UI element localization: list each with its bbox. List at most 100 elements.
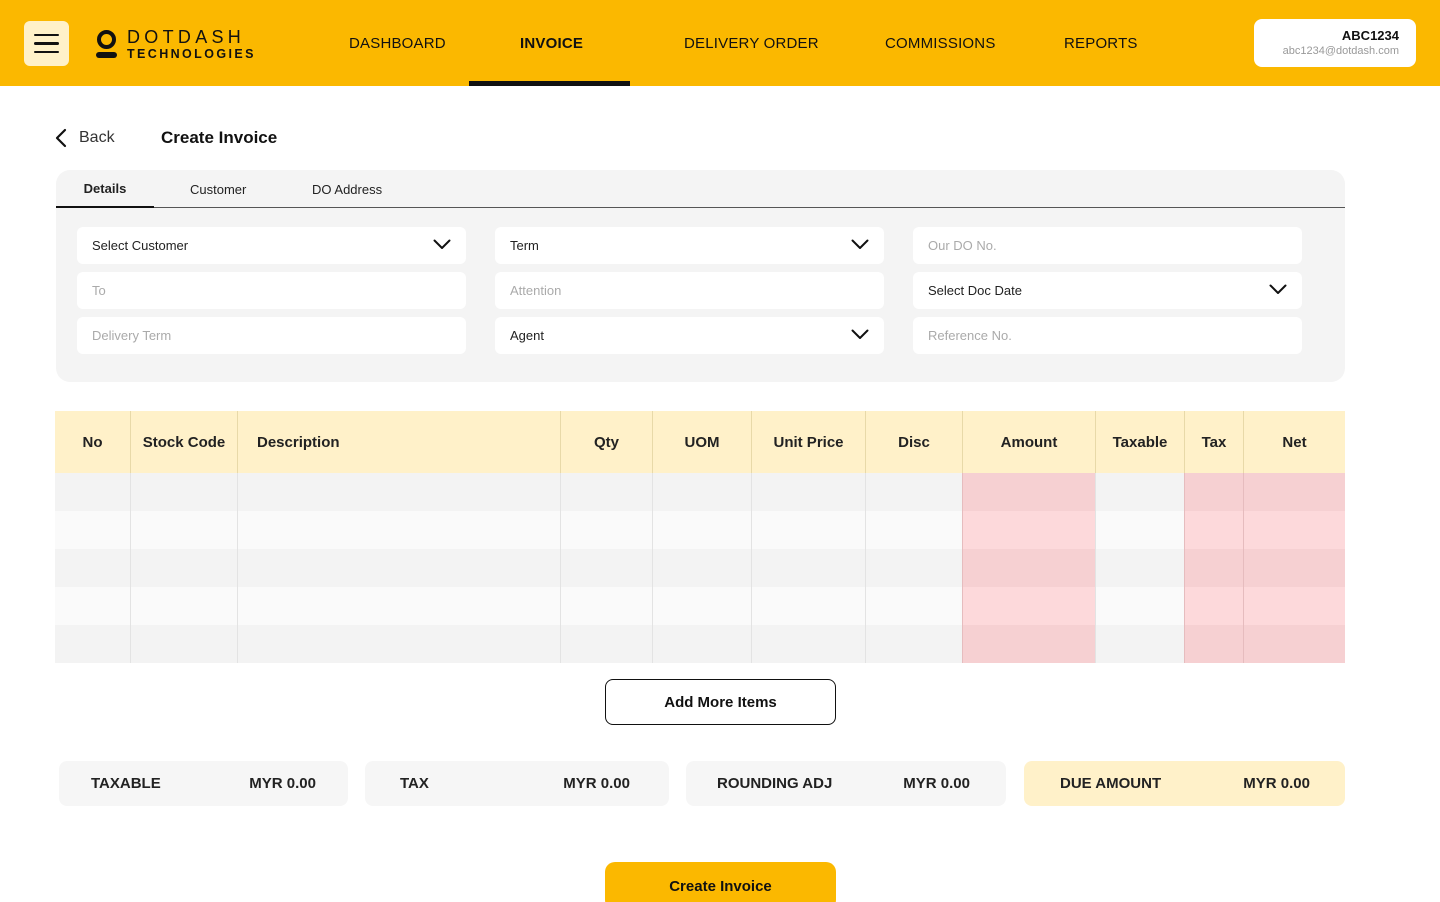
- table-cell[interactable]: [652, 549, 751, 587]
- menu-icon-line: [34, 50, 59, 54]
- term-dropdown[interactable]: Term: [495, 227, 884, 264]
- table-cell[interactable]: [962, 473, 1095, 511]
- table-cell[interactable]: [1095, 549, 1184, 587]
- table-cell[interactable]: [55, 587, 130, 625]
- table-cell[interactable]: [1184, 625, 1243, 663]
- tax-total-value: MYR 0.00: [563, 775, 630, 792]
- table-cell[interactable]: [652, 587, 751, 625]
- tax-total-label: TAX: [400, 775, 429, 792]
- table-cell[interactable]: [130, 511, 237, 549]
- table-cell[interactable]: [751, 511, 865, 549]
- nav-commissions[interactable]: COMMISSIONS: [885, 0, 996, 86]
- table-cell[interactable]: [560, 473, 652, 511]
- table-cell[interactable]: [237, 625, 560, 663]
- table-cell[interactable]: [560, 511, 652, 549]
- table-row[interactable]: [55, 587, 1345, 625]
- col-header-no: No: [82, 433, 103, 451]
- table-body: [55, 473, 1345, 663]
- col-header-net: Net: [1243, 411, 1345, 473]
- table-cell[interactable]: [1243, 473, 1345, 511]
- delivery-term-field[interactable]: Delivery Term: [77, 317, 466, 354]
- table-cell[interactable]: [55, 511, 130, 549]
- agent-dropdown[interactable]: Agent: [495, 317, 884, 354]
- table-cell[interactable]: [237, 511, 560, 549]
- table-cell[interactable]: [865, 587, 962, 625]
- nav-delivery-order[interactable]: DELIVERY ORDER: [684, 0, 819, 86]
- table-cell[interactable]: [130, 625, 237, 663]
- table-cell[interactable]: [751, 625, 865, 663]
- tab-customer[interactable]: Customer: [190, 170, 246, 208]
- table-cell[interactable]: [962, 511, 1095, 549]
- table-cell[interactable]: [1243, 511, 1345, 549]
- table-cell[interactable]: [751, 473, 865, 511]
- table-cell[interactable]: [962, 587, 1095, 625]
- table-cell[interactable]: [1095, 625, 1184, 663]
- table-cell[interactable]: [560, 625, 652, 663]
- table-cell[interactable]: [130, 473, 237, 511]
- hamburger-menu-button[interactable]: [24, 21, 69, 66]
- table-row[interactable]: [55, 511, 1345, 549]
- table-cell[interactable]: [130, 549, 237, 587]
- table-cell[interactable]: [1184, 473, 1243, 511]
- to-field[interactable]: To: [77, 272, 466, 309]
- tab-details[interactable]: Details: [56, 170, 154, 208]
- chevron-down-icon: [851, 239, 869, 249]
- table-cell[interactable]: [962, 549, 1095, 587]
- table-cell[interactable]: [1095, 511, 1184, 549]
- term-label: Term: [510, 238, 539, 253]
- select-customer-dropdown[interactable]: Select Customer: [77, 227, 466, 264]
- col-header-unit-price: Unit Price: [751, 411, 865, 473]
- table-row[interactable]: [55, 549, 1345, 587]
- table-row[interactable]: [55, 625, 1345, 663]
- table-cell[interactable]: [1184, 549, 1243, 587]
- logo-icon: [96, 29, 118, 59]
- table-cell[interactable]: [652, 625, 751, 663]
- table-cell[interactable]: [962, 625, 1095, 663]
- invoice-items-table: No Stock Code Description Qty UOM Unit P…: [55, 411, 1345, 663]
- nav-reports[interactable]: REPORTS: [1064, 0, 1138, 86]
- table-cell[interactable]: [652, 473, 751, 511]
- add-more-items-button[interactable]: Add More Items: [605, 679, 836, 725]
- col-header-description: Description: [237, 411, 560, 473]
- user-profile-card[interactable]: ABC1234 abc1234@dotdash.com: [1254, 19, 1416, 67]
- table-cell[interactable]: [1243, 625, 1345, 663]
- col-header-uom: UOM: [652, 411, 751, 473]
- top-nav-bar: DOTDASH TECHNOLOGIES DASHBOARD INVOICE D…: [0, 0, 1440, 86]
- col-header-qty: Qty: [560, 411, 652, 473]
- table-row[interactable]: [55, 473, 1345, 511]
- table-cell[interactable]: [560, 587, 652, 625]
- create-invoice-button[interactable]: Create Invoice: [605, 862, 836, 902]
- table-cell[interactable]: [1095, 473, 1184, 511]
- nav-invoice[interactable]: INVOICE: [520, 0, 583, 86]
- table-cell[interactable]: [55, 549, 130, 587]
- table-cell[interactable]: [1184, 511, 1243, 549]
- attention-field[interactable]: Attention: [495, 272, 884, 309]
- table-cell[interactable]: [237, 587, 560, 625]
- nav-dashboard[interactable]: DASHBOARD: [349, 0, 446, 86]
- table-cell[interactable]: [237, 549, 560, 587]
- back-button[interactable]: Back: [55, 128, 115, 148]
- doc-date-dropdown[interactable]: Select Doc Date: [913, 272, 1302, 309]
- table-cell[interactable]: [751, 549, 865, 587]
- back-label: Back: [79, 129, 115, 146]
- table-cell[interactable]: [1243, 549, 1345, 587]
- brand-logo[interactable]: DOTDASH TECHNOLOGIES: [96, 28, 256, 61]
- table-cell[interactable]: [865, 511, 962, 549]
- table-cell[interactable]: [751, 587, 865, 625]
- tab-do-address[interactable]: DO Address: [312, 170, 382, 208]
- table-cell[interactable]: [55, 625, 130, 663]
- table-cell[interactable]: [1243, 587, 1345, 625]
- table-cell[interactable]: [652, 511, 751, 549]
- our-do-no-field[interactable]: Our DO No.: [913, 227, 1302, 264]
- table-cell[interactable]: [1095, 587, 1184, 625]
- table-cell[interactable]: [560, 549, 652, 587]
- table-cell[interactable]: [1184, 587, 1243, 625]
- select-customer-label: Select Customer: [92, 238, 189, 253]
- table-cell[interactable]: [55, 473, 130, 511]
- table-cell[interactable]: [237, 473, 560, 511]
- table-cell[interactable]: [865, 625, 962, 663]
- table-cell[interactable]: [130, 587, 237, 625]
- table-cell[interactable]: [865, 473, 962, 511]
- table-cell[interactable]: [865, 549, 962, 587]
- reference-no-field[interactable]: Reference No.: [913, 317, 1302, 354]
